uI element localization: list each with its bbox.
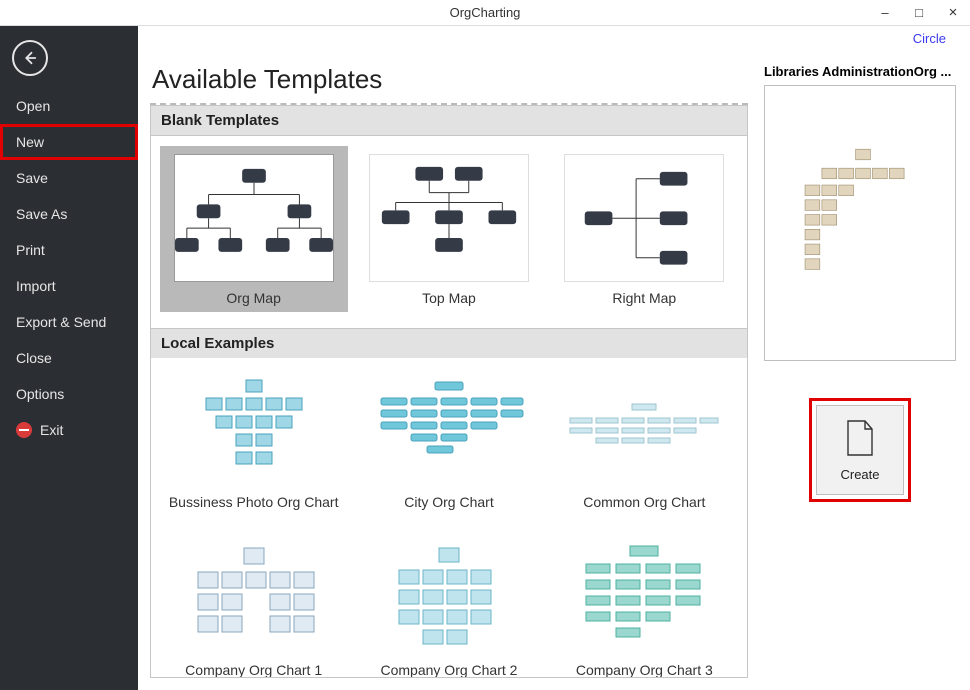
template-label: Common Org Chart <box>583 494 705 510</box>
menu-save-as[interactable]: Save As <box>0 196 138 232</box>
menu-print[interactable]: Print <box>0 232 138 268</box>
city-org-icon <box>369 374 529 484</box>
menu-open[interactable]: Open <box>0 88 138 124</box>
template-label: Right Map <box>612 290 676 306</box>
template-common-org[interactable]: Common Org Chart <box>550 374 738 510</box>
org-map-icon <box>175 159 333 278</box>
template-top-map[interactable]: Top Map <box>355 146 543 312</box>
arrow-left-icon <box>21 49 39 67</box>
menu-label: Exit <box>40 422 63 438</box>
menu-options[interactable]: Options <box>0 376 138 412</box>
template-right-map[interactable]: Right Map <box>550 146 738 312</box>
menu-new[interactable]: New <box>0 124 138 160</box>
template-thumbnail <box>369 374 529 484</box>
menu-import[interactable]: Import <box>0 268 138 304</box>
template-label: Company Org Chart 3 <box>576 662 713 678</box>
template-label: Company Org Chart 1 <box>185 662 322 678</box>
menu-label: Save As <box>16 206 67 222</box>
preview-panel: Circle Libraries AdministrationOrg ... <box>760 26 970 690</box>
template-thumbnail <box>174 154 334 282</box>
template-business-photo[interactable]: Bussiness Photo Org Chart <box>160 374 348 510</box>
preview-title: Libraries AdministrationOrg ... <box>764 64 956 79</box>
template-thumbnail <box>369 154 529 282</box>
page-title: Available Templates <box>152 64 748 95</box>
new-document-icon <box>845 419 875 457</box>
blank-templates-header: Blank Templates <box>150 105 748 135</box>
close-window-button[interactable]: × <box>936 0 970 26</box>
template-thumbnail <box>564 154 724 282</box>
business-photo-icon <box>174 374 334 484</box>
title-bar: OrgCharting – □ × <box>0 0 970 26</box>
common-org-icon <box>564 374 724 484</box>
local-examples-scroll[interactable]: Bussiness Photo Org Chart <box>150 358 748 678</box>
template-label: Company Org Chart 2 <box>381 662 518 678</box>
window-title: OrgCharting <box>450 5 521 20</box>
template-thumbnail <box>174 374 334 484</box>
blank-templates-body: Org Map <box>150 135 748 329</box>
file-menu-sidebar: Open New Save Save As Print Import Expor… <box>0 26 138 690</box>
menu-exit[interactable]: Exit <box>0 412 138 448</box>
back-button[interactable] <box>12 40 48 76</box>
template-thumbnail <box>369 542 529 652</box>
preview-chart-icon <box>765 86 955 360</box>
maximize-button[interactable]: □ <box>902 0 936 26</box>
template-thumbnail <box>174 542 334 652</box>
company-3-icon <box>564 542 724 652</box>
create-button[interactable]: Create <box>816 405 904 495</box>
preview-box <box>764 85 956 361</box>
template-company-3[interactable]: Company Org Chart 3 <box>550 542 738 678</box>
menu-label: Import <box>16 278 56 294</box>
create-label: Create <box>840 467 879 482</box>
template-thumbnail <box>564 374 724 484</box>
right-map-icon <box>565 159 723 278</box>
local-examples-header: Local Examples <box>150 329 748 358</box>
menu-label: Open <box>16 98 50 114</box>
company-1-icon <box>174 542 334 652</box>
exit-icon <box>16 422 32 438</box>
menu-close[interactable]: Close <box>0 340 138 376</box>
company-2-icon <box>369 542 529 652</box>
menu-save[interactable]: Save <box>0 160 138 196</box>
menu-label: New <box>16 134 44 150</box>
templates-panel: Available Templates Blank Templates <box>138 26 760 690</box>
menu-label: Save <box>16 170 48 186</box>
template-city-org[interactable]: City Org Chart <box>355 374 543 510</box>
menu-export-send[interactable]: Export & Send <box>0 304 138 340</box>
template-thumbnail <box>564 542 724 652</box>
template-company-2[interactable]: Company Org Chart 2 <box>355 542 543 678</box>
menu-label: Export & Send <box>16 314 106 330</box>
template-label: Org Map <box>226 290 280 306</box>
template-org-map[interactable]: Org Map <box>160 146 348 312</box>
menu-label: Options <box>16 386 64 402</box>
minimize-button[interactable]: – <box>868 0 902 26</box>
circle-link[interactable]: Circle <box>913 31 946 46</box>
template-label: Top Map <box>422 290 476 306</box>
template-label: Bussiness Photo Org Chart <box>169 494 339 510</box>
template-company-1[interactable]: Company Org Chart 1 <box>160 542 348 678</box>
menu-label: Print <box>16 242 45 258</box>
template-label: City Org Chart <box>404 494 493 510</box>
menu-label: Close <box>16 350 52 366</box>
top-map-icon <box>370 159 528 278</box>
file-menu-list: Open New Save Save As Print Import Expor… <box>0 88 138 448</box>
